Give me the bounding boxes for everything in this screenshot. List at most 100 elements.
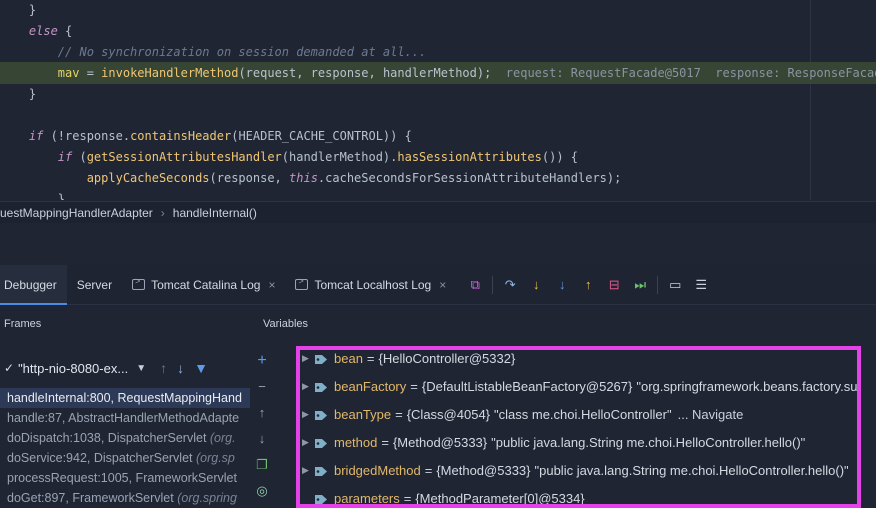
code-line[interactable]: else { [0,20,876,42]
code-token: (HEADER_CACHE_CONTROL)) { [231,129,412,143]
expand-arrow-icon[interactable]: ▶ [300,353,314,364]
remove-icon[interactable]: − [258,378,266,396]
tab-tomcat-catalina-log[interactable]: Tomcat Catalina Log × [122,265,285,305]
run-to-cursor-icon[interactable]: ⏭ [627,277,653,293]
variable-row[interactable]: parameters = {MethodParameter[0]@5334} [300,484,857,506]
code-line[interactable]: } [0,188,876,200]
variables-highlight-box: ▶ bean = {HelloController@5332} ▶ beanFactory… [296,346,861,508]
code-token: if [28,129,44,143]
step-out-icon[interactable]: ↑ [575,277,601,292]
expand-arrow-icon[interactable]: ▶ [300,409,314,420]
variable-row[interactable]: ▶ bridgedMethod = {Method@5333} "public java… [300,456,857,484]
chevron-right-icon: › [160,205,165,220]
frame-method: doDispatch:1038, DispatcherServlet [7,431,210,445]
thread-selector[interactable]: ✓ "http-nio-8080-ex... ▼ [0,361,146,376]
step-into-icon[interactable]: ↓ [523,277,549,292]
frame-item[interactable]: handleInternal:800, RequestMappingHand [0,388,250,408]
equals-sign: = [410,378,418,394]
code-line[interactable]: applyCacheSeconds(response, this.cacheSe… [0,167,876,189]
force-step-into-icon[interactable]: ↓ [549,277,575,292]
console-icon [295,276,309,290]
variable-row[interactable]: ▶ bean = {HelloController@5332} [300,350,857,372]
equals-sign: = [381,434,389,450]
frame-item[interactable]: doGet:897, FrameworkServlet (org.spring [0,488,250,508]
copy-icon[interactable]: ❐ [256,456,268,474]
tab-label: Tomcat Localhost Log [314,277,432,292]
equals-sign: = [395,406,403,422]
debug-tool-window-tabs: DebuggerServerTomcat Catalina Log×Tomcat… [0,264,876,305]
toolbar-separator [492,275,494,294]
code-line[interactable]: // No synchronization on session demande… [0,41,876,63]
navigate-link[interactable]: ... Navigate [678,407,744,422]
variable-row[interactable]: ▶ beanType = {Class@4054} "class me.choi.Hel… [300,400,857,428]
add-watch-icon[interactable]: + [257,352,266,370]
trace-icon[interactable]: ☰ [688,277,714,293]
variable-row[interactable]: ▶ beanFactory = {DefaultListableBeanFactory… [300,372,861,400]
code-token: if [57,150,73,164]
evaluate-expression-icon[interactable]: ▭ [662,277,688,293]
variable-name: bridgedMethod [334,462,421,478]
code-token: hasSessionAttributes [397,150,542,164]
field-tag-icon [314,493,328,504]
move-up-icon[interactable]: ↑ [259,404,266,422]
tab-label: Tomcat Catalina Log [151,277,261,292]
code-line[interactable]: if (getSessionAttributesHandler(handlerM… [0,146,876,168]
glasses-icon[interactable]: ◎ [256,482,267,500]
code-line[interactable] [0,104,876,126]
close-icon[interactable]: × [439,278,446,292]
code-token: this [289,171,318,185]
tab-server[interactable]: Server [67,265,122,305]
expand-arrow-icon[interactable]: ▶ [300,437,314,448]
frame-item[interactable]: handle:87, AbstractHandlerMethodAdapte [0,408,250,428]
execution-point-line[interactable]: mav = invokeHandlerMethod(request, respo… [0,62,876,84]
variable-string-value: "org.springframework.beans.factory.supp [636,378,861,394]
expand-arrow-icon[interactable]: ▶ [300,465,314,476]
code-token: (handlerMethod). [281,150,398,164]
thread-name: "http-nio-8080-ex... [18,360,129,376]
filter-icon[interactable]: ▼ [194,360,208,376]
frames-toolbar: ✓ "http-nio-8080-ex... ▼ ↑ ↓ ▼ [0,350,250,386]
arrow-up-icon[interactable]: ↑ [160,360,167,376]
code-line[interactable]: } [0,83,876,105]
frames-list: handleInternal:800, RequestMappingHand ha… [0,388,250,508]
expand-arrow-icon[interactable]: ▶ [300,381,314,392]
frame-method: handle:87, AbstractHandlerMethodAdapte [7,411,240,425]
restore-layout-icon[interactable]: ⧉ [462,277,488,293]
code-token: getSessionAttributesHandler [86,150,282,164]
variable-name: beanFactory [334,378,407,394]
code-line[interactable]: } [0,0,876,21]
step-over-icon[interactable]: ↷ [497,277,523,293]
variable-value: {Method@5333} [392,434,488,450]
close-icon[interactable]: × [268,278,275,292]
code-editor[interactable]: } else { // No synchronization on sessio… [0,0,876,200]
variable-string-value: "public java.lang.String me.choi.HelloCo… [534,462,849,478]
field-tag-icon [314,437,328,448]
breadcrumb-method[interactable]: handleInternal() [173,206,257,220]
arrow-down-icon[interactable]: ↓ [177,360,184,376]
code-token: .cacheSecondsForSessionAttributeHandlers… [317,171,622,185]
frame-item[interactable]: doDispatch:1038, DispatcherServlet (org. [0,428,250,448]
drop-frame-icon[interactable]: ⊟ [601,277,627,293]
variables-panel-title: Variables [263,318,309,330]
code-line[interactable]: if (!response.containsHeader(HEADER_CACH… [0,125,876,147]
field-tag-icon [314,409,328,420]
tab-debugger[interactable]: Debugger [0,264,67,305]
equals-sign: = [424,462,433,478]
tab-tomcat-localhost-log[interactable]: Tomcat Localhost Log × [285,265,456,305]
frame-item[interactable]: processRequest:1005, FrameworkServlet [0,468,250,488]
frame-item[interactable]: doService:942, DispatcherServlet (org.sp [0,448,250,468]
code-token: ( [72,150,87,164]
variable-value: {Method@5333} [436,462,531,478]
field-tag-icon [314,465,328,476]
frame-method: handleInternal:800, RequestMappingHand [7,391,242,405]
breadcrumb-class[interactable]: uestMappingHandlerAdapter [0,206,153,220]
variable-name: parameters [334,490,400,506]
variable-row[interactable]: ▶ method = {Method@5333} "public java.lang.S… [300,428,857,456]
console-icon [132,276,146,290]
frame-method: doGet:897, FrameworkServlet [7,491,178,505]
frame-package: (org.sp [195,451,235,465]
code-token: (request, response, handlerMethod); [238,66,492,80]
move-down-icon[interactable]: ↓ [259,430,266,448]
